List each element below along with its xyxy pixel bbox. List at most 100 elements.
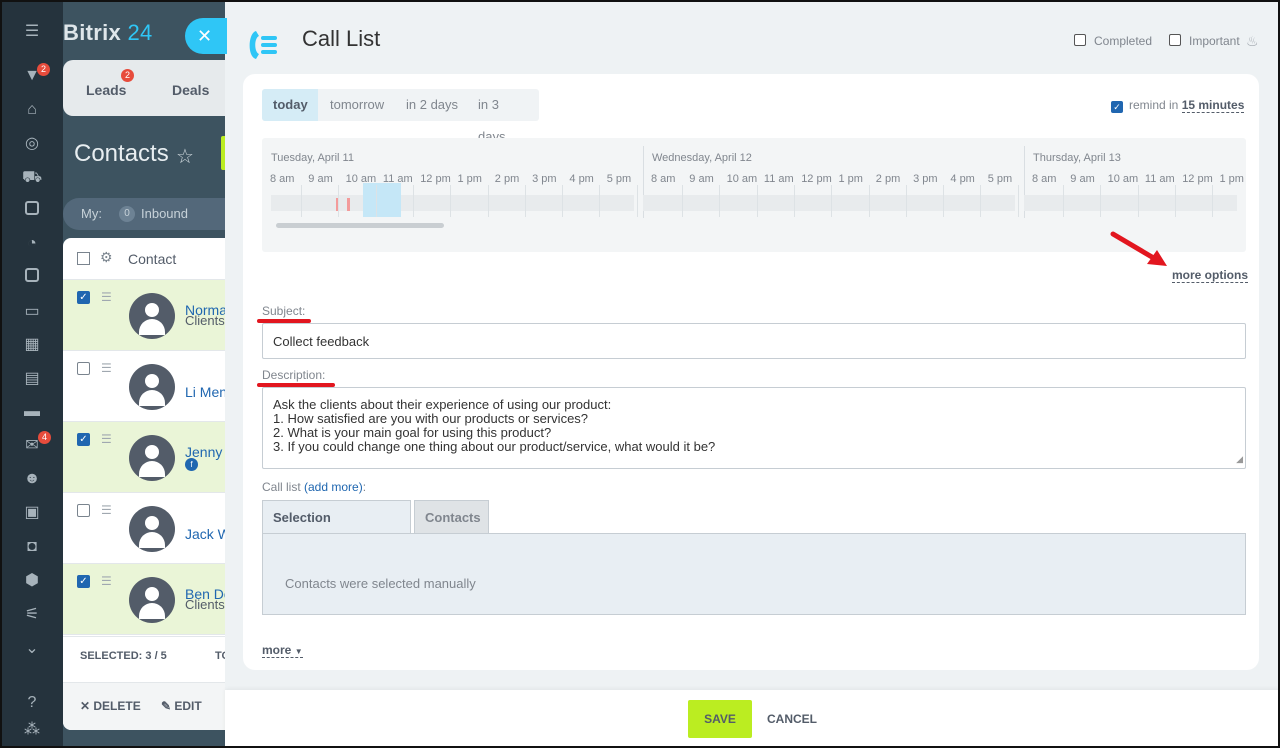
avatar	[129, 577, 175, 623]
contact-type: Clients	[185, 313, 225, 328]
box-icon[interactable]: ⬢	[22, 571, 42, 591]
avatar	[129, 435, 175, 481]
important-checkbox[interactable]: Important	[1169, 34, 1240, 48]
help-icon[interactable]: ?	[22, 693, 42, 713]
people-icon[interactable]: ☻	[22, 469, 42, 489]
contact-card-icon[interactable]: ▣	[22, 503, 42, 523]
close-slider-button[interactable]: ✕	[185, 18, 227, 54]
more-link[interactable]: more ▼	[262, 643, 303, 658]
table-row[interactable]: ✓ ☰ Norma Clients	[63, 280, 243, 351]
settings-sliders-icon[interactable]: ⚟	[22, 605, 42, 625]
tab-content: Contacts were selected manually	[262, 533, 1246, 615]
drive-icon[interactable]: ▬	[22, 402, 42, 422]
facebook-icon: f	[185, 458, 198, 471]
left-menu: ☰ ▼ 2 ⌂ ◎ ⛟ ◔ ▭ ▦ ▤ ▬ ✉ 4 ☻ ▣ ◘ ⬢ ⚟ ⌄ ? …	[0, 0, 63, 748]
planner-timeline[interactable]	[643, 195, 1015, 211]
table-row[interactable]: ☰ Li Men	[63, 351, 243, 422]
robot-icon[interactable]: ◘	[22, 537, 42, 557]
cancel-button[interactable]: CANCEL	[767, 712, 817, 726]
contact-name[interactable]: Li Men	[185, 384, 227, 400]
add-more-link[interactable]: (add more)	[304, 480, 363, 494]
chat-icon[interactable]: ▭	[22, 302, 42, 322]
planner-hour-label: 2 pm	[494, 173, 520, 185]
planner-day-1: Tuesday, April 11	[271, 152, 354, 164]
planner-hour-label: 8 am	[1032, 173, 1057, 185]
bank-icon[interactable]: ⌂	[22, 100, 42, 120]
row-checkbox[interactable]: ✓	[77, 291, 90, 304]
call-list-icon	[249, 31, 277, 59]
tab-in-3-days[interactable]: in 3 days	[467, 89, 539, 144]
more-options-link[interactable]: more options	[1172, 268, 1249, 283]
star-icon[interactable]: ☆	[176, 144, 194, 169]
more-down-icon[interactable]: ⌄	[22, 639, 42, 659]
planner-timeline[interactable]	[1024, 195, 1237, 211]
select-all-checkbox[interactable]	[77, 252, 90, 265]
feed-icon[interactable]	[22, 268, 42, 288]
column-contact[interactable]: Contact	[128, 251, 176, 267]
tab-deals[interactable]: Deals	[172, 82, 209, 98]
tab-today[interactable]: today	[262, 89, 318, 121]
call-list-slider: Call List Completed Important ♨ today to…	[225, 0, 1280, 748]
completed-checkbox[interactable]: Completed	[1074, 34, 1152, 48]
selected-time-slot[interactable]	[363, 183, 401, 217]
filter-inbound[interactable]: Inbound	[141, 206, 188, 221]
contact-name[interactable]: Jack W	[185, 526, 231, 542]
tab-contacts[interactable]: Contacts	[414, 500, 489, 534]
busy-slot	[347, 198, 350, 211]
planner-scrollbar[interactable]	[276, 223, 444, 228]
remind-value[interactable]: 15 minutes	[1181, 98, 1245, 113]
completed-box[interactable]	[1074, 34, 1086, 46]
grid-header: ⚙ Contact	[63, 238, 243, 280]
planner-hour-cell	[943, 185, 945, 217]
call-list-colon: :	[362, 480, 367, 494]
drag-handle-icon[interactable]: ☰	[101, 290, 112, 304]
chart-icon[interactable]: ◔	[22, 234, 42, 254]
row-checkbox[interactable]: ✓	[77, 433, 90, 446]
remind-prefix: remind in	[1129, 98, 1179, 112]
calendar-icon[interactable]: ▦	[22, 335, 42, 355]
drag-handle-icon[interactable]: ☰	[101, 503, 112, 517]
tasks-icon[interactable]	[22, 201, 42, 221]
cart-icon[interactable]: ⛟	[22, 168, 42, 188]
drag-handle-icon[interactable]: ☰	[101, 361, 112, 375]
tab-tomorrow[interactable]: tomorrow	[319, 89, 395, 121]
drag-handle-icon[interactable]: ☰	[101, 574, 112, 588]
tab-leads[interactable]: Leads	[86, 82, 126, 98]
important-box[interactable]	[1169, 34, 1181, 46]
document-icon[interactable]: ▤	[22, 369, 42, 389]
description-label: Description:	[262, 368, 326, 382]
table-row[interactable]: ✓ ☰ Jenny f	[63, 422, 243, 493]
edit-button[interactable]: ✎ EDIT	[161, 699, 202, 713]
table-row[interactable]: ✓ ☰ Ben Do Clients	[63, 564, 243, 635]
planner-hour-cell	[1174, 185, 1176, 217]
row-checkbox[interactable]	[77, 362, 90, 375]
planner-hour-cell	[450, 185, 452, 217]
description-textarea[interactable]: Ask the clients about their experience o…	[262, 387, 1246, 469]
save-button[interactable]: SAVE	[688, 700, 752, 738]
filter-bar[interactable]: My: 0 Inbound	[63, 198, 243, 230]
planner-timeline[interactable]	[271, 195, 634, 211]
logo[interactable]: Bitrix 24	[63, 20, 153, 46]
resize-handle-icon[interactable]: ◢	[1236, 452, 1243, 466]
table-row[interactable]: ☰ Jack W	[63, 493, 243, 564]
delete-button[interactable]: ✕ DELETE	[80, 699, 141, 713]
remind-checkbox[interactable]: ✓	[1111, 101, 1123, 113]
important-label: Important	[1189, 34, 1240, 48]
drag-handle-icon[interactable]: ☰	[101, 432, 112, 446]
planner[interactable]: Tuesday, April 11 Wednesday, April 12 Th…	[262, 138, 1246, 252]
planner-hour-cell	[301, 185, 302, 217]
sitemap-icon[interactable]: ⁂	[22, 720, 42, 740]
hamburger-icon[interactable]: ☰	[22, 22, 42, 42]
target-icon[interactable]: ◎	[22, 134, 42, 154]
planner-hour-label: 10 am	[345, 173, 377, 185]
grid-actions: ✕ DELETE ✎ EDIT	[63, 682, 243, 730]
planner-hour-cell	[412, 185, 414, 217]
tab-selection-parameters[interactable]: Selection parameters	[262, 500, 411, 559]
tab-in-2-days[interactable]: in 2 days	[395, 89, 469, 121]
row-checkbox[interactable]	[77, 504, 90, 517]
gear-icon[interactable]: ⚙	[100, 249, 113, 266]
row-checkbox[interactable]: ✓	[77, 575, 90, 588]
remind-option[interactable]: ✓ remind in 15 minutes	[1111, 98, 1245, 113]
planner-hour-cell	[682, 185, 683, 217]
subject-input[interactable]	[262, 323, 1246, 359]
